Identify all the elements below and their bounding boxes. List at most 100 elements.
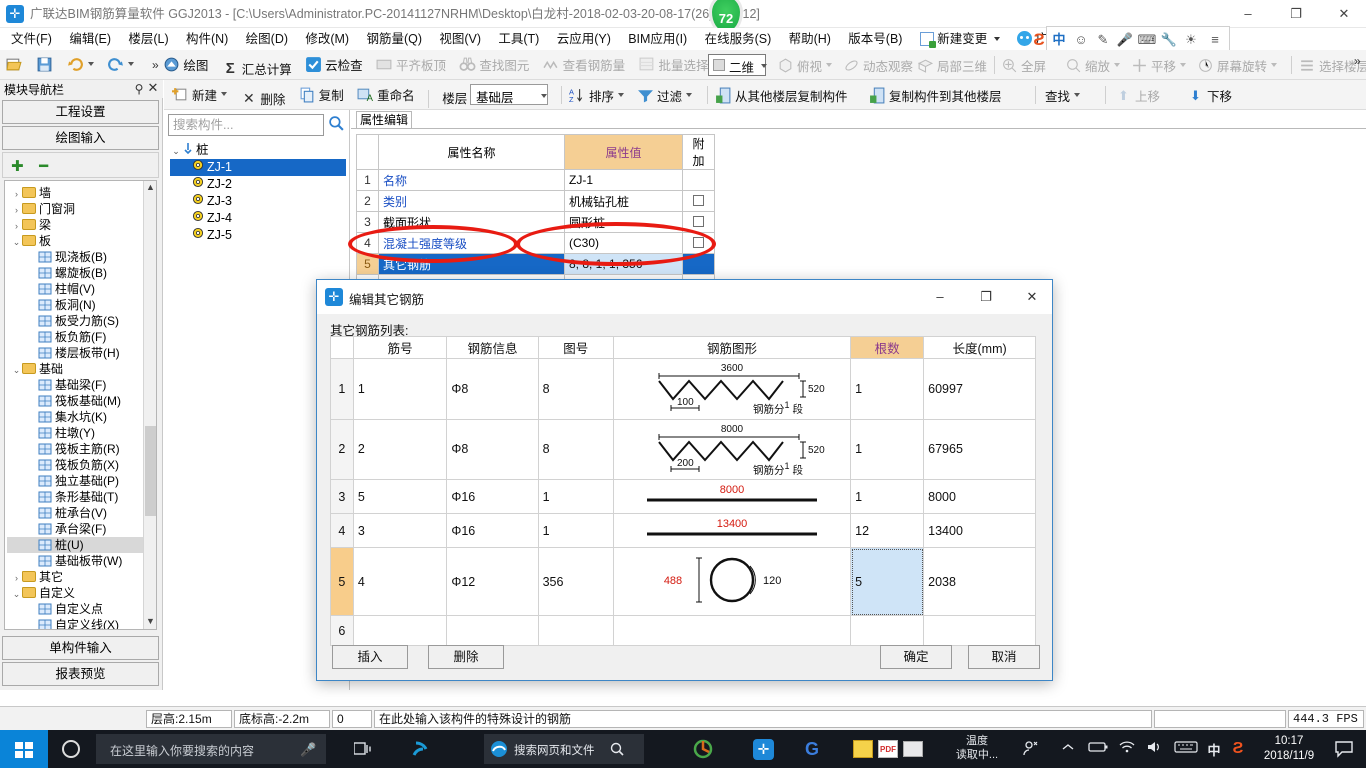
window-minimize-button[interactable]: –: [1228, 2, 1268, 26]
dialog-minimize-button[interactable]: –: [921, 285, 959, 309]
chevron-down-icon[interactable]: [993, 37, 1000, 41]
menu-item-bim-app[interactable]: BIM应用(I): [621, 28, 694, 50]
row-fig-no[interactable]: 1: [537, 513, 614, 548]
ime-menu-icon[interactable]: ≡: [1205, 30, 1225, 50]
tree-leaf[interactable]: 桩(U): [7, 537, 156, 553]
nav-button-project-settings[interactable]: 工程设置: [2, 100, 159, 124]
component-item[interactable]: ZJ-1: [170, 159, 346, 176]
tree-leaf[interactable]: 螺旋板(B): [7, 265, 156, 281]
chevron-down-icon[interactable]: ⌄: [170, 143, 182, 160]
tree-leaf[interactable]: 筏板主筋(R): [7, 441, 156, 457]
toolbar-draw-button[interactable]: 绘图: [158, 50, 213, 78]
tree-leaf[interactable]: 柱帽(V): [7, 281, 156, 297]
tray-temperature[interactable]: 温度 读取中...: [946, 734, 1008, 762]
menu-item-floor[interactable]: 楼层(L): [121, 28, 175, 50]
scrollbar-thumb[interactable]: [145, 426, 156, 516]
menu-item-version[interactable]: 版本号(B): [841, 28, 909, 50]
chevron-right-icon[interactable]: ›: [11, 186, 22, 202]
component-item[interactable]: ZJ-2: [170, 176, 346, 193]
tree-folder[interactable]: ⌄ 基础: [7, 361, 156, 377]
component-copy-button[interactable]: 复制: [294, 80, 349, 108]
taskbar-app-guanglianda[interactable]: ✛: [740, 730, 788, 768]
taskbar-app-edge[interactable]: 搜索网页和文件: [484, 734, 644, 764]
tree-folder[interactable]: ⌄ 板: [7, 233, 156, 249]
menu-item-edit[interactable]: 编辑(E): [62, 28, 118, 50]
chevron-down-icon[interactable]: [1074, 93, 1081, 97]
component-delete-button[interactable]: ✕ 删除: [235, 84, 290, 112]
toolbar-cloud-check-button[interactable]: 云检查: [300, 50, 368, 78]
notification-icon[interactable]: [1334, 740, 1354, 758]
menu-item-help[interactable]: 帮助(H): [782, 28, 838, 50]
remove-icon[interactable]: ━: [39, 157, 48, 175]
chevron-right-icon[interactable]: ›: [11, 218, 22, 234]
dialog-close-button[interactable]: ✕: [1013, 285, 1051, 309]
rebar-table-row[interactable]: 6: [330, 615, 1036, 646]
toolbar-align-slab-button[interactable]: 平齐板顶: [371, 50, 451, 78]
tree-scrollbar[interactable]: ▲ ▼: [143, 181, 156, 629]
cancel-button[interactable]: 取消: [968, 645, 1040, 669]
property-row-extra[interactable]: [682, 169, 715, 191]
pin-icon[interactable]: ⚲: [132, 82, 146, 96]
row-rebar-info[interactable]: [446, 615, 539, 646]
delete-button[interactable]: 删除: [428, 645, 504, 669]
rebar-table-row[interactable]: 5 4 Φ12 356 488 120 5 2038: [330, 547, 1036, 616]
row-rebar-figure[interactable]: 488 120: [612, 547, 852, 616]
tree-folder[interactable]: › 梁: [7, 217, 156, 233]
chevron-down-icon[interactable]: [618, 93, 625, 97]
chevron-down-icon[interactable]: ⌄: [11, 234, 22, 250]
property-row-value[interactable]: ZJ-1: [564, 169, 683, 191]
ok-button[interactable]: 确定: [880, 645, 952, 669]
row-rebar-figure[interactable]: 13400: [612, 513, 852, 548]
chevron-down-icon[interactable]: [221, 92, 228, 96]
scroll-up-icon[interactable]: ▲: [144, 181, 156, 195]
property-row-value[interactable]: 机械钻孔桩: [564, 190, 683, 212]
row-rebar-info[interactable]: Φ8: [446, 358, 539, 420]
ime-tool-icon[interactable]: 🔧: [1159, 30, 1179, 50]
window-maximize-button[interactable]: ❐: [1276, 2, 1316, 26]
chevron-down-icon[interactable]: [826, 63, 833, 67]
menu-item-component[interactable]: 构件(N): [179, 28, 235, 50]
ime-cn-icon[interactable]: 中: [1049, 30, 1069, 50]
ime-keyboard-icon[interactable]: ⌨: [1137, 30, 1157, 50]
cortana-button[interactable]: [48, 730, 96, 768]
toolbar-undo-button[interactable]: [62, 50, 99, 78]
property-row-extra[interactable]: [682, 190, 715, 212]
sogou-tray-icon[interactable]: Ƨ: [1228, 740, 1248, 758]
toolbar-overflow-icon[interactable]: »: [152, 58, 159, 72]
row-count[interactable]: 12: [850, 513, 925, 548]
nav-button-report-preview[interactable]: 报表预览: [2, 662, 159, 686]
toolbar-top-view-button[interactable]: 俯视: [772, 51, 837, 79]
move-up-button[interactable]: ⬆ 上移: [1110, 81, 1165, 109]
row-rebar-info[interactable]: Φ16: [446, 513, 539, 548]
chevron-down-icon[interactable]: ⌄: [11, 586, 22, 602]
search-input[interactable]: [168, 114, 324, 136]
row-count[interactable]: 5: [850, 547, 925, 616]
tree-folder[interactable]: ⌄ 自定义: [7, 585, 156, 601]
row-length[interactable]: 13400: [923, 513, 1036, 548]
row-fig-no[interactable]: 8: [537, 418, 614, 480]
row-length[interactable]: 8000: [923, 479, 1036, 514]
component-tree[interactable]: ⌄ 桩 ZJ-1 ZJ-2 ZJ-3 ZJ-4 ZJ-5: [170, 142, 346, 244]
tree-leaf[interactable]: 独立基础(P): [7, 473, 156, 489]
tree-leaf[interactable]: 集水坑(K): [7, 409, 156, 425]
row-fig-no[interactable]: 8: [537, 358, 614, 420]
people-icon[interactable]: [1020, 740, 1042, 758]
taskbar-app-browser[interactable]: [680, 730, 728, 768]
menu-item-view[interactable]: 视图(V): [432, 28, 488, 50]
checkbox[interactable]: [693, 195, 704, 206]
nav-button-single-component[interactable]: 单构件输入: [2, 636, 159, 660]
row-rebar-no[interactable]: 5: [352, 479, 448, 514]
row-rebar-no[interactable]: 1: [352, 358, 448, 420]
copy-from-other-floor-button[interactable]: 从其他楼层复制构件: [710, 81, 853, 109]
row-count[interactable]: 1: [850, 358, 925, 420]
filter-button[interactable]: 过滤: [632, 81, 697, 109]
tree-leaf[interactable]: 板负筋(F): [7, 329, 156, 345]
row-length[interactable]: 67965: [923, 418, 1036, 480]
toolbar-fullscreen-button[interactable]: 全屏: [996, 51, 1051, 79]
component-new-button[interactable]: 新建: [164, 80, 232, 108]
chevron-up-icon[interactable]: [1058, 740, 1078, 758]
scroll-down-icon[interactable]: ▼: [144, 615, 156, 629]
row-rebar-figure[interactable]: 3600 520 100 钢筋分1 段: [612, 358, 852, 420]
row-rebar-info[interactable]: Φ8: [446, 418, 539, 480]
ime-sun-icon[interactable]: ☀: [1181, 30, 1201, 50]
